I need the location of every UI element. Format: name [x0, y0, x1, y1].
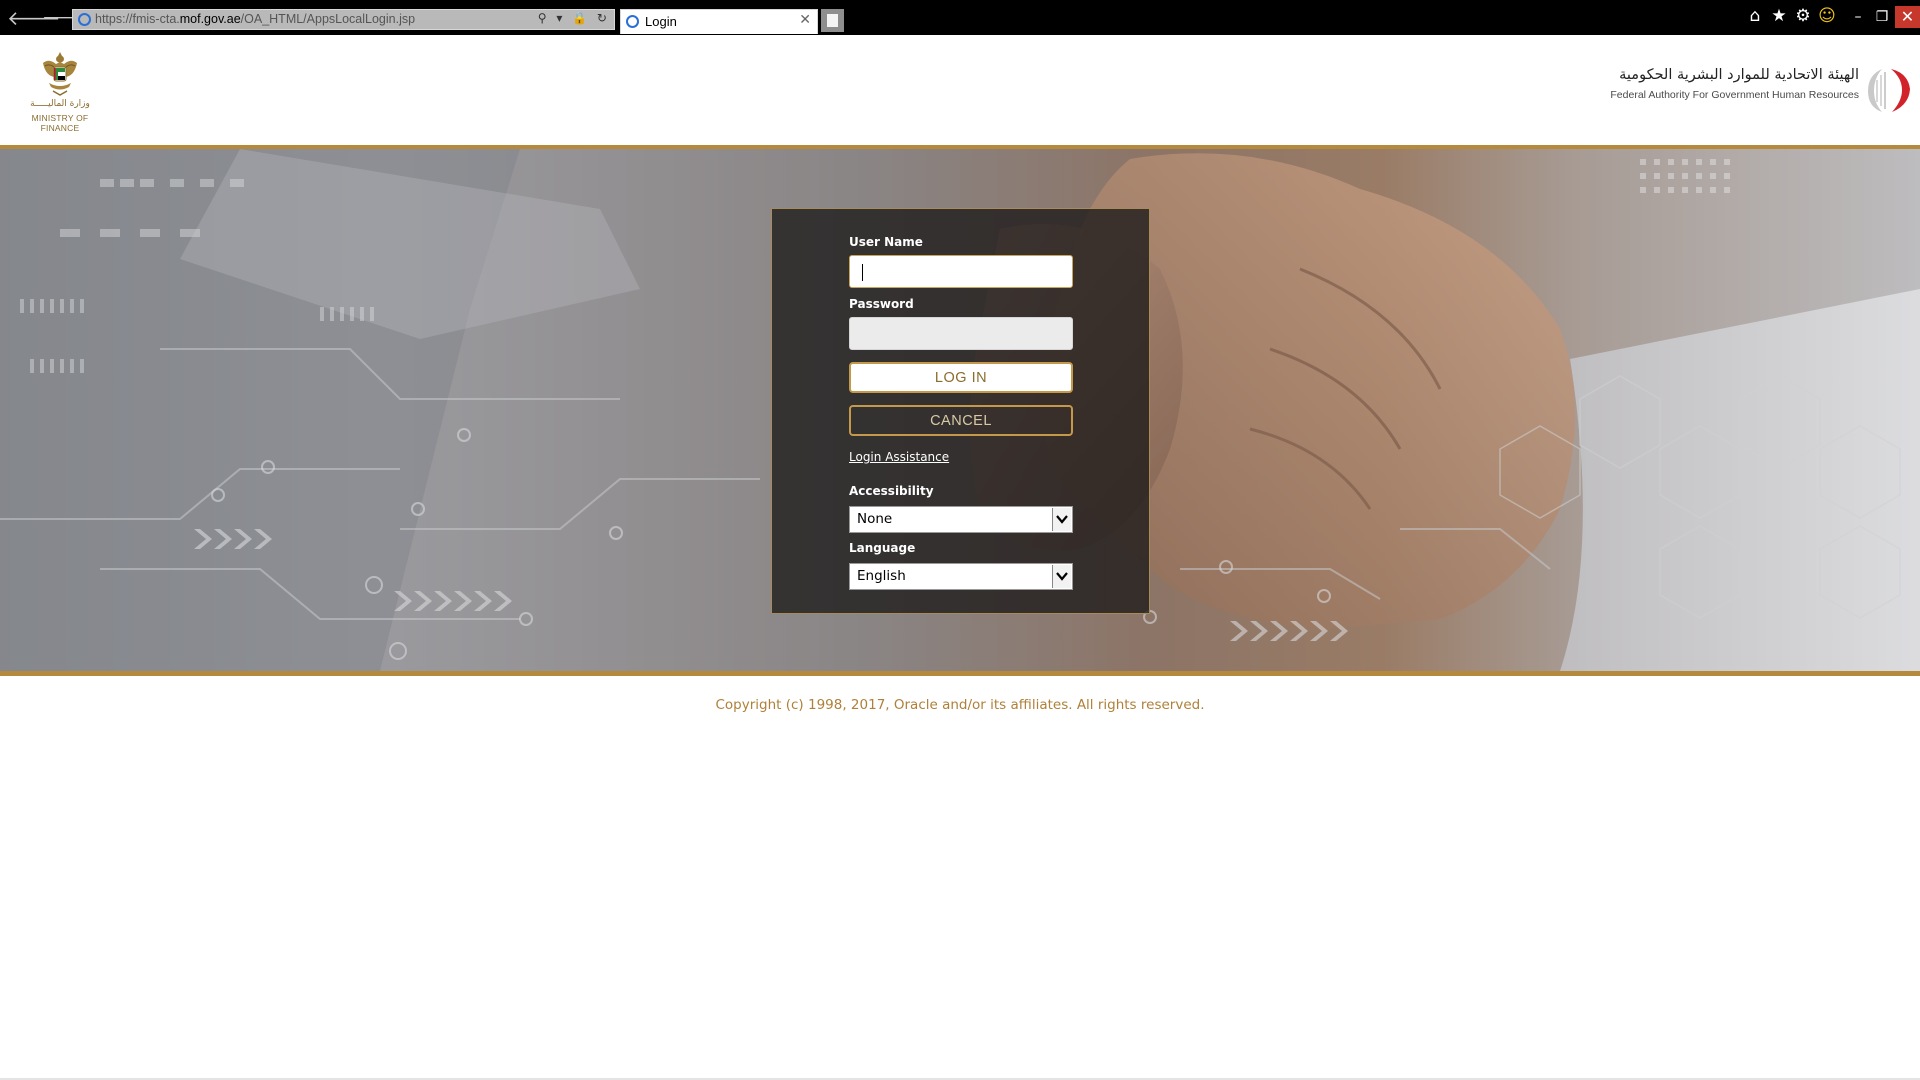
address-bar[interactable]: https://fmis-cta.mof.gov.ae/OA_HTML/Apps… [72, 9, 615, 30]
chevron-down-icon[interactable] [1052, 565, 1071, 588]
authority-name-english: Federal Authority For Government Human R… [1610, 89, 1859, 101]
username-label: User Name [849, 235, 923, 249]
username-input[interactable] [850, 256, 1072, 287]
fahr-emblem-icon [1868, 69, 1910, 112]
accessibility-selected-value: None [857, 511, 893, 527]
browser-toolbar: ⌂ ★ ⚙ ☺ [1743, 6, 1839, 30]
tab-title: Login [645, 14, 677, 29]
hero-divider [0, 671, 1920, 676]
password-field[interactable] [849, 317, 1073, 350]
home-icon[interactable]: ⌂ [1743, 6, 1767, 26]
cancel-button[interactable]: CANCEL [849, 405, 1073, 436]
browser-chrome: 🡐 🡒 https://fmis-cta.mof.gov.ae/OA_HTML/… [0, 0, 1920, 35]
url-path: /OA_HTML/AppsLocalLogin.jsp [240, 12, 416, 26]
login-panel: User Name Password LOG IN CANCEL Login A… [771, 208, 1150, 614]
copyright-text: Copyright (c) 1998, 2017, Oracle and/or … [715, 697, 1205, 713]
ie-favicon-icon [626, 15, 639, 28]
tab-login[interactable]: Login ✕ [620, 9, 818, 34]
url-prefix: https://fmis-cta. [95, 12, 180, 26]
ie-favicon-icon [78, 13, 91, 26]
minimize-button[interactable]: – [1846, 6, 1870, 28]
text-cursor [862, 264, 863, 281]
login-button[interactable]: LOG IN [849, 362, 1073, 393]
close-window-button[interactable]: ✕ [1895, 6, 1920, 28]
ministry-name-english: MINISTRY OF FINANCE [31, 113, 89, 133]
chevron-down-icon[interactable] [1052, 508, 1071, 531]
url-domain: mof.gov.ae [179, 12, 241, 26]
restore-button[interactable]: ❐ [1870, 6, 1894, 28]
back-arrow-icon[interactable]: 🡐 [7, 7, 61, 29]
accessibility-label: Accessibility [849, 484, 934, 498]
page-header: وزارة الماليـــــة MINISTRY OF FINANCE ا… [0, 35, 1920, 145]
tab-close-icon[interactable]: ✕ [799, 12, 811, 28]
accessibility-select[interactable]: None [849, 506, 1073, 533]
ministry-name-arabic: وزارة الماليـــــة [30, 99, 90, 109]
address-bar-icons[interactable]: ⚲ ▾ 🔒 ↻ [538, 11, 610, 25]
login-assistance-link[interactable]: Login Assistance [849, 450, 949, 464]
fahr-logo: الهيئة الاتحادية للموارد البشرية الحكومي… [1604, 65, 1914, 115]
address-url[interactable]: https://fmis-cta.mof.gov.ae/OA_HTML/Apps… [95, 12, 415, 26]
authority-name-arabic: الهيئة الاتحادية للموارد البشرية الحكومي… [1619, 67, 1859, 83]
username-field[interactable] [849, 255, 1073, 288]
ministry-of-finance-logo: وزارة الماليـــــة MINISTRY OF FINANCE [12, 49, 108, 133]
language-select[interactable]: English [849, 563, 1073, 590]
language-label: Language [849, 541, 916, 555]
uae-emblem-icon [43, 52, 77, 96]
new-tab-button[interactable] [821, 9, 844, 32]
forward-arrow-icon[interactable]: 🡒 [42, 7, 88, 29]
feedback-smiley-icon[interactable]: ☺ [1815, 6, 1839, 26]
language-selected-value: English [857, 568, 906, 584]
password-label: Password [849, 297, 914, 311]
settings-gear-icon[interactable]: ⚙ [1791, 6, 1815, 26]
new-tab-icon [827, 14, 838, 27]
favorites-star-icon[interactable]: ★ [1767, 6, 1791, 26]
password-input[interactable] [850, 318, 1072, 349]
